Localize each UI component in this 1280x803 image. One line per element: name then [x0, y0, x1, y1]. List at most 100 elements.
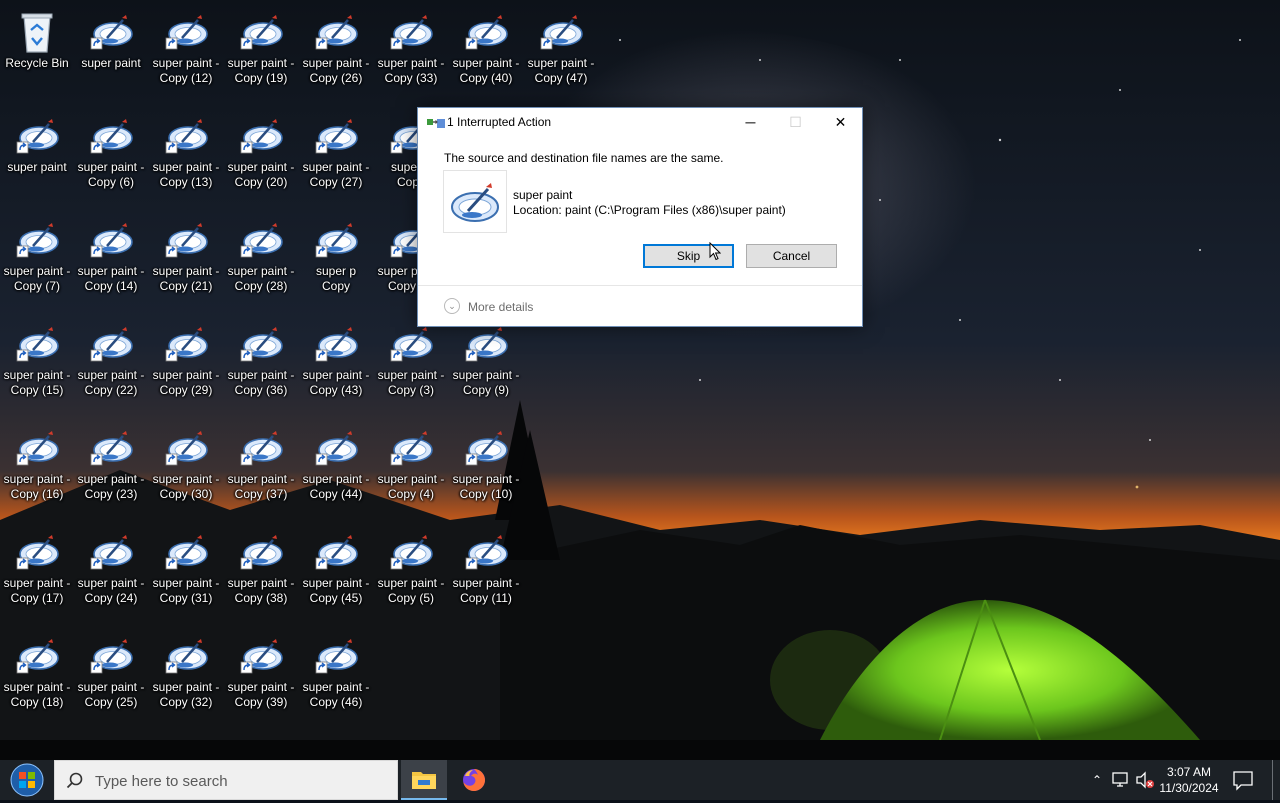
super-paint-shortcut[interactable]: super paint - Copy (14): [74, 208, 148, 304]
super-paint-shortcut[interactable]: super paint - Copy (19): [224, 0, 298, 96]
super-paint-shortcut[interactable]: super paint - Copy (23): [74, 416, 148, 512]
super-paint-shortcut[interactable]: super paint - Copy (47): [524, 0, 598, 96]
desktop-icon-label: super paint - Copy (36): [227, 368, 295, 397]
super-paint-icon: [14, 114, 60, 158]
super-paint-icon: [313, 426, 359, 470]
super-paint-shortcut[interactable]: super paint - Copy (28): [224, 208, 298, 304]
super-paint-shortcut[interactable]: super paint - Copy (18): [0, 624, 74, 720]
super-paint-icon: [88, 426, 134, 470]
desktop-icon-label: super paint - Copy (7): [3, 264, 71, 293]
super-paint-icon: [463, 426, 509, 470]
desktop-icon-label: super paint - Copy (19): [227, 56, 295, 85]
super-paint-shortcut[interactable]: super paint - Copy (38): [224, 520, 298, 616]
taskbar-clock[interactable]: 3:07 AM 11/30/2024: [1156, 764, 1222, 796]
super-paint-icon: [88, 10, 134, 54]
super-paint-shortcut[interactable]: super paint - Copy (32): [149, 624, 223, 720]
super-paint-shortcut[interactable]: super paint - Copy (12): [149, 0, 223, 96]
chevron-down-icon[interactable]: ⌄: [444, 298, 460, 314]
notifications-icon[interactable]: [1228, 760, 1258, 800]
file-explorer-icon[interactable]: [401, 760, 447, 800]
super-paint-shortcut[interactable]: super paint - Copy (33): [374, 0, 448, 96]
super-paint-icon: [313, 322, 359, 366]
cancel-button[interactable]: Cancel: [746, 244, 837, 268]
desktop-icon-label: super paint - Copy (6): [77, 160, 145, 189]
super-paint-shortcut[interactable]: super paint - Copy (29): [149, 312, 223, 408]
clock-time: 3:07 AM: [1166, 765, 1212, 779]
super-paint-shortcut[interactable]: super paint: [0, 104, 74, 200]
super-paint-icon: [388, 426, 434, 470]
super-paint-shortcut[interactable]: super paint - Copy (25): [74, 624, 148, 720]
super-paint-shortcut[interactable]: super paint - Copy (46): [299, 624, 373, 720]
desktop-icon-label: super paint - Copy (28): [227, 264, 295, 293]
super-paint-shortcut[interactable]: super paint - Copy (16): [0, 416, 74, 512]
desktop-icon-label: super paint - Copy (4): [377, 472, 445, 501]
super-paint-shortcut[interactable]: super paint - Copy (13): [149, 104, 223, 200]
super-paint-shortcut[interactable]: super paint - Copy (6): [74, 104, 148, 200]
super-paint-icon: [238, 634, 284, 678]
super-paint-shortcut[interactable]: super paint - Copy (21): [149, 208, 223, 304]
taskbar-search-box[interactable]: Type here to search: [54, 760, 398, 800]
desktop-icon-label: super paint - Copy (37): [227, 472, 295, 501]
desktop-icon-label: super paint - Copy (16): [3, 472, 71, 501]
super-paint-icon: [313, 114, 359, 158]
super-paint-shortcut[interactable]: super paint - Copy (44): [299, 416, 373, 512]
desktop-icon-label: super paint - Copy (25): [77, 680, 145, 709]
dialog-title: 1 Interrupted Action: [447, 115, 552, 129]
desktop-icon-label: super paint - Copy (20): [227, 160, 295, 189]
super-paint-icon: [14, 426, 60, 470]
desktop-icon-label: super paint - Copy (22): [77, 368, 145, 397]
super-paint-icon: [238, 530, 284, 574]
recycle-bin-shortcut[interactable]: Recycle Bin: [0, 0, 74, 96]
super-paint-shortcut[interactable]: super paint - Copy (27): [299, 104, 373, 200]
super-paint-shortcut[interactable]: super paint - Copy (39): [224, 624, 298, 720]
desktop-icon-label: super paint: [81, 56, 141, 70]
more-details-link[interactable]: More details: [468, 300, 533, 314]
desktop-icon-label: super paint - Copy (45): [302, 576, 370, 605]
super-paint-icon: [463, 322, 509, 366]
network-icon[interactable]: [1110, 760, 1132, 800]
super-paint-shortcut[interactable]: super paint - Copy (43): [299, 312, 373, 408]
maximize-button[interactable]: ☐: [773, 108, 818, 137]
desktop-icon-label: super paint - Copy (11): [452, 576, 520, 605]
super-paint-icon: [88, 530, 134, 574]
super-paint-shortcut[interactable]: super paint - Copy (36): [224, 312, 298, 408]
super-paint-icon: [238, 218, 284, 262]
super-paint-icon: [163, 10, 209, 54]
super-paint-shortcut[interactable]: super paint - Copy (26): [299, 0, 373, 96]
super-paint-shortcut[interactable]: super paint - Copy (31): [149, 520, 223, 616]
desktop-icon-label: super paint: [7, 160, 67, 174]
super-paint-shortcut[interactable]: super paint - Copy (20): [224, 104, 298, 200]
super-paint-shortcut[interactable]: super paint - Copy (5): [374, 520, 448, 616]
super-paint-shortcut[interactable]: super paint - Copy (7): [0, 208, 74, 304]
close-button[interactable]: ✕: [818, 108, 863, 137]
firefox-icon[interactable]: [451, 760, 497, 800]
super-paint-shortcut[interactable]: super paint - Copy (30): [149, 416, 223, 512]
super-paint-shortcut[interactable]: super paint - Copy (45): [299, 520, 373, 616]
super-paint-icon: [163, 114, 209, 158]
super-paint-shortcut[interactable]: super paint - Copy (22): [74, 312, 148, 408]
show-desktop-button[interactable]: [1272, 760, 1280, 800]
start-button[interactable]: [0, 760, 54, 800]
minimize-button[interactable]: ─: [728, 108, 773, 137]
volume-muted-icon[interactable]: [1134, 760, 1156, 800]
super-paint-shortcut[interactable]: super paint - Copy (40): [449, 0, 523, 96]
super-paint-shortcut[interactable]: super paint - Copy (24): [74, 520, 148, 616]
super-paint-shortcut[interactable]: super paint - Copy (15): [0, 312, 74, 408]
super-paint-shortcut[interactable]: super paint - Copy (10): [449, 416, 523, 512]
super-paint-shortcut[interactable]: super paint - Copy (17): [0, 520, 74, 616]
windows-orb-icon: [10, 763, 44, 797]
mouse-cursor-icon: [709, 241, 722, 261]
file-copy-icon: [427, 116, 445, 130]
tray-overflow-button[interactable]: ⌃: [1088, 760, 1106, 800]
desktop-icon-label: super paint - Copy (12): [152, 56, 220, 85]
desktop-icon-label: super paint - Copy (30): [152, 472, 220, 501]
super-paint-shortcut[interactable]: super paint - Copy (11): [449, 520, 523, 616]
desktop-icon-label: super paint - Copy (13): [152, 160, 220, 189]
super-paint-shortcut[interactable]: super paint - Copy (37): [224, 416, 298, 512]
dialog-title-bar[interactable]: 1 Interrupted Action ─ ☐ ✕: [418, 108, 862, 137]
super-paint-shortcut[interactable]: super paint - Copy (4): [374, 416, 448, 512]
super-paint-shortcut[interactable]: super p Copy: [299, 208, 373, 304]
dialog-message: The source and destination file names ar…: [444, 151, 724, 165]
desktop-icon-label: super paint - Copy (21): [152, 264, 220, 293]
super-paint-shortcut[interactable]: super paint: [74, 0, 148, 96]
